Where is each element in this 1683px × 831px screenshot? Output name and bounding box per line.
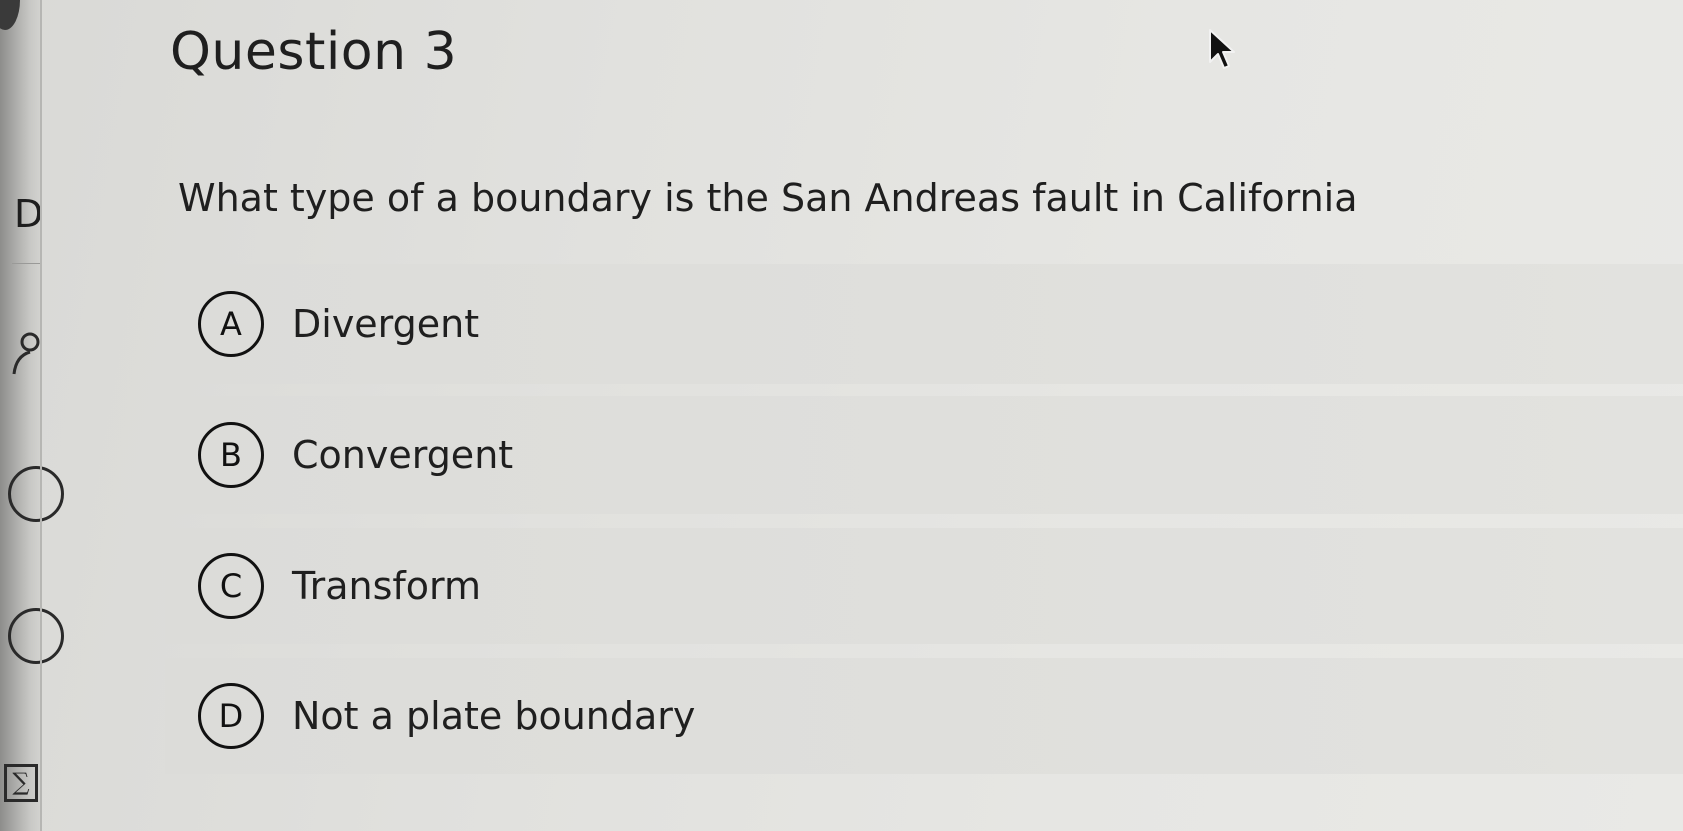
sidebar-corner-shape (0, 0, 20, 30)
option-letter-badge[interactable]: D (198, 683, 264, 749)
question-title: Question 3 (170, 22, 458, 82)
sidebar-divider (12, 263, 40, 264)
circle-icon[interactable] (8, 608, 64, 664)
option-letter-badge[interactable]: C (198, 553, 264, 619)
question-text: What type of a boundary is the San Andre… (178, 176, 1358, 220)
option-a[interactable]: A Divergent (165, 264, 1683, 384)
option-label[interactable]: Convergent (292, 433, 513, 477)
option-label[interactable]: Not a plate boundary (292, 694, 695, 738)
option-d[interactable]: D Not a plate boundary (165, 658, 1683, 774)
option-b[interactable]: B Convergent (165, 396, 1683, 514)
left-sidebar: D ∑ (0, 0, 64, 831)
option-c[interactable]: C Transform (165, 528, 1683, 644)
circle-icon[interactable] (8, 466, 64, 522)
mouse-pointer-icon (1209, 29, 1235, 69)
option-label[interactable]: Divergent (292, 302, 479, 346)
option-letter-badge[interactable]: A (198, 291, 264, 357)
sidebar-letter: D (14, 192, 44, 236)
sigma-icon[interactable]: ∑ (4, 764, 38, 802)
person-icon[interactable] (10, 330, 44, 376)
option-label[interactable]: Transform (292, 564, 481, 608)
answer-options: A Divergent B Convergent C Transform D N… (165, 264, 1683, 774)
option-letter-badge[interactable]: B (198, 422, 264, 488)
sidebar-border (40, 0, 42, 831)
